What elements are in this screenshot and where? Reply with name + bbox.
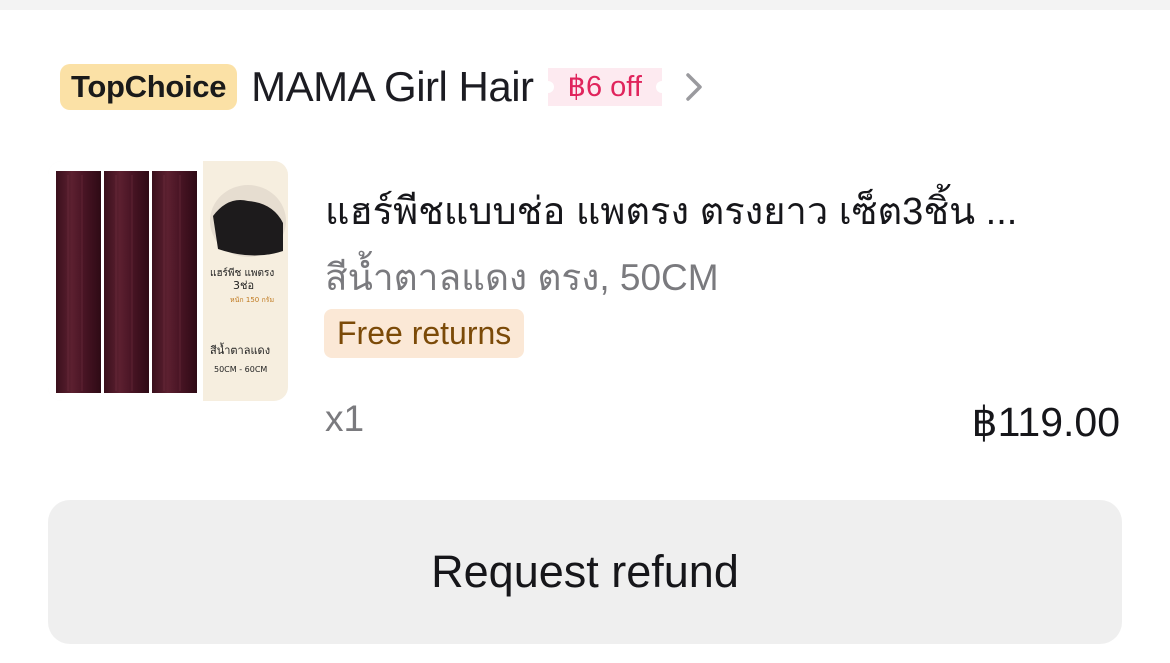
product-quantity: x1 xyxy=(325,398,365,439)
store-discount-badge: ฿6 off xyxy=(541,68,669,106)
image-text-weight: หนัก 150 กรัม xyxy=(230,296,274,304)
free-returns-badge: Free returns xyxy=(324,309,525,358)
topchoice-badge: TopChoice xyxy=(60,64,238,110)
product-title[interactable]: แฮร์พีชแบบช่อ แพตรง ตรงยาว เซ็ต3ชิ้น ... xyxy=(325,180,1125,241)
request-refund-button[interactable]: Request refund xyxy=(48,500,1122,644)
image-text-color: สีน้ำตาลแดง xyxy=(210,342,270,357)
top-divider xyxy=(0,0,1170,10)
image-text-pieces: 3ช่อ xyxy=(233,279,254,292)
product-price: ฿119.00 xyxy=(971,399,1120,445)
image-text-name: แฮร์พีช แพตรง xyxy=(210,267,274,279)
hair-extension-image: แฮร์พีช แพตรง 3ช่อ หนัก 150 กรัม สีน้ำตา… xyxy=(48,161,288,401)
chevron-right-icon[interactable] xyxy=(680,69,708,105)
store-name[interactable]: MAMA Girl Hair xyxy=(251,63,534,111)
product-variant: สีน้ำตาลแดง ตรง, 50CM xyxy=(325,257,719,298)
store-header[interactable]: TopChoice MAMA Girl Hair ฿6 off xyxy=(60,62,708,112)
image-text-size: 50CM - 60CM xyxy=(214,365,267,374)
product-image[interactable]: แฮร์พีช แพตรง 3ช่อ หนัก 150 กรัม สีน้ำตา… xyxy=(48,161,288,401)
